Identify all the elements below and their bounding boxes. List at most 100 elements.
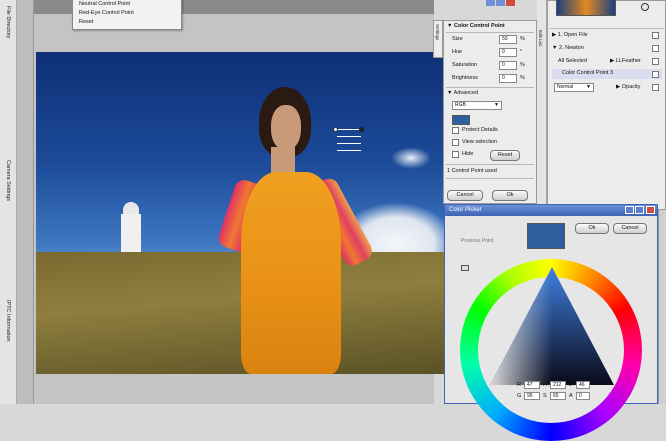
edit-item-all-selected[interactable]: All Selected xyxy=(558,58,587,64)
tab-file-directory[interactable]: File Directory xyxy=(5,6,11,38)
edit-item-llfeather[interactable]: ▶ LLFeather xyxy=(610,58,641,64)
ok-button[interactable]: Ok xyxy=(492,190,528,201)
left-gutter xyxy=(17,0,34,404)
opacity-control[interactable]: ▶ Opacity xyxy=(616,84,640,90)
close-icon[interactable] xyxy=(506,0,515,6)
slider-label-hue: Hue xyxy=(452,49,463,55)
view-selection-label: View selection xyxy=(462,139,498,145)
picker-ok-button[interactable]: Ok xyxy=(575,223,609,234)
tab-camera-settings[interactable]: Camera Settings xyxy=(5,160,11,201)
collapse-triangle-icon: ▼ xyxy=(447,90,454,96)
settings-side-tab-label: Settings xyxy=(435,24,440,41)
woman-figure xyxy=(191,87,421,374)
advanced-section[interactable]: ▼ Advanced xyxy=(447,90,478,96)
opacity-checkbox[interactable] xyxy=(652,84,659,91)
blend-mode-value: Normal xyxy=(557,84,574,90)
edit-item-color-control-point[interactable]: Color Control Point 3 xyxy=(552,69,662,79)
photo-canvas[interactable] xyxy=(36,52,444,374)
view-selection-checkbox[interactable] xyxy=(452,139,459,146)
newton-checkbox[interactable] xyxy=(652,45,659,52)
hue-field[interactable]: 0 xyxy=(499,48,517,57)
chevron-down-icon: ▼ xyxy=(494,102,499,108)
slider-label-size: Size xyxy=(452,36,463,42)
mode-select[interactable]: RGB ▼ xyxy=(452,101,502,110)
saturation-label: S xyxy=(543,393,547,399)
open-file-checkbox[interactable] xyxy=(652,32,659,39)
red-label: R xyxy=(517,382,521,388)
edit-item-color-control-point-label: Color Control Point 3 xyxy=(562,70,614,76)
panel-title: ▼ Color Control Point xyxy=(447,23,505,29)
advanced-label: Advanced xyxy=(453,90,479,96)
settings-side-tab[interactable]: Settings xyxy=(433,20,443,58)
size-field[interactable]: 50 xyxy=(499,35,517,44)
lightness-label: L xyxy=(569,382,573,388)
slider-label-brightness: Brightness xyxy=(452,75,478,81)
current-color-swatch xyxy=(527,223,565,249)
cancel-button[interactable]: Cancel xyxy=(447,190,483,201)
collapse-triangle-icon[interactable]: ▼ xyxy=(447,23,454,29)
eyedropper-icon[interactable] xyxy=(461,265,469,271)
red-field[interactable]: 47 xyxy=(524,381,540,389)
green-field[interactable]: 95 xyxy=(524,392,540,400)
hide-label: Hide xyxy=(462,151,474,157)
mode-value: RGB xyxy=(455,102,466,108)
opacity-label: Opacity xyxy=(621,84,641,90)
picker-cancel-button[interactable]: Cancel xyxy=(613,223,647,234)
edit-item-open-file[interactable]: ▶ 1. Open File xyxy=(552,32,588,38)
edit-list-panel: ▶ 1. Open File ▼ 2. Newton All Selected … xyxy=(547,0,666,210)
saturation-field[interactable]: 0 xyxy=(499,61,517,70)
protect-details-checkbox[interactable] xyxy=(452,127,459,134)
edit-item-llfeather-label: LLFeather xyxy=(615,58,641,64)
maximize-icon[interactable] xyxy=(496,0,505,6)
control-point-marker[interactable] xyxy=(333,127,365,159)
hue-value-field[interactable]: 212 xyxy=(550,381,566,389)
navigator-thumbnail[interactable] xyxy=(556,0,616,16)
edit-list-tab-label: Edit List xyxy=(538,30,543,47)
color-picker-title: Color Picker xyxy=(449,207,482,213)
saturation-unit: % xyxy=(520,62,525,68)
menu-item-red-eye-control-point[interactable]: Red-Eye Control Point xyxy=(73,9,181,18)
hue-label: H xyxy=(543,382,547,388)
color-swatch[interactable] xyxy=(452,115,470,125)
reset-button[interactable]: Reset xyxy=(490,150,520,161)
right-scrollbar[interactable] xyxy=(658,210,666,404)
chevron-down-icon: ▼ xyxy=(586,84,591,90)
hue-unit: ° xyxy=(520,49,523,55)
size-unit: % xyxy=(520,36,525,42)
hide-checkbox[interactable] xyxy=(452,151,459,158)
alpha-field[interactable]: 0 xyxy=(576,392,590,400)
control-point-status: 1 Control Point used xyxy=(447,168,497,174)
slider-label-saturation: Saturation xyxy=(452,62,478,68)
brightness-field[interactable]: 0 xyxy=(499,74,517,83)
alpha-label: A xyxy=(569,393,573,399)
edit-item-open-file-label: 1. Open File xyxy=(557,32,588,38)
protect-details-label: Protect Details xyxy=(462,127,498,133)
minimize-icon[interactable] xyxy=(625,206,634,214)
previous-point-label: Previous Point xyxy=(461,238,494,244)
close-icon[interactable] xyxy=(646,206,655,214)
saturation-value-field[interactable]: 65 xyxy=(550,392,566,400)
lightness-field[interactable]: 46 xyxy=(576,381,590,389)
maximize-icon[interactable] xyxy=(635,206,644,214)
tab-iptc-information[interactable]: IPTC Information xyxy=(5,300,11,342)
llfeather-checkbox[interactable] xyxy=(652,58,659,65)
color-picker-window: Color Picker Previous Point Ok Cancel R … xyxy=(444,204,658,441)
color-control-point-panel: ▼ Color Control Point Size 50 % Hue 0 ° … xyxy=(443,20,537,204)
left-tab-strip: File Directory Camera Settings IPTC Info… xyxy=(0,0,17,404)
control-point-title: Color Control Point xyxy=(453,23,505,29)
blend-mode-select[interactable]: Normal ▼ xyxy=(554,83,594,92)
edit-list-tab[interactable]: Edit List xyxy=(537,0,547,210)
window-controls xyxy=(486,0,516,6)
menu-item-neutral-control-point[interactable]: Neutral Control Point xyxy=(73,0,181,9)
context-menu: Neutral Control Point Red-Eye Control Po… xyxy=(72,0,182,30)
color-control-point-checkbox[interactable] xyxy=(652,71,659,78)
collapse-triangle-icon: ▼ xyxy=(552,45,559,51)
green-label: G xyxy=(517,393,522,399)
minimize-icon[interactable] xyxy=(486,0,495,6)
saturation-value-triangle[interactable] xyxy=(490,267,614,387)
edit-item-newton[interactable]: ▼ 2. Newton xyxy=(552,45,584,51)
menu-item-reset[interactable]: Reset xyxy=(73,18,181,27)
color-picker-titlebar[interactable]: Color Picker xyxy=(445,205,657,216)
zoom-icon[interactable] xyxy=(641,3,649,11)
brightness-unit: % xyxy=(520,75,525,81)
